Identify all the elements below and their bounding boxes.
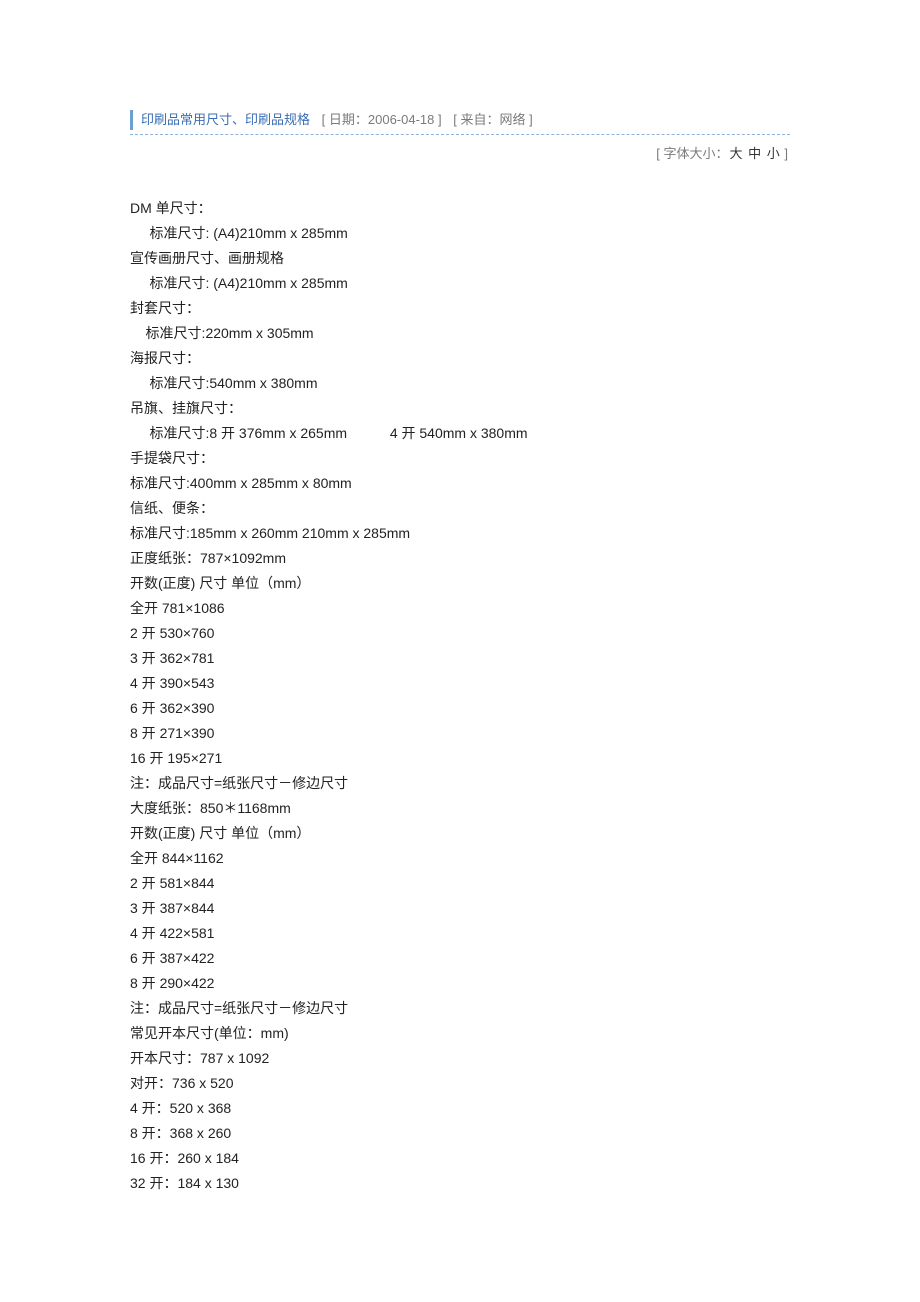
- header-bar: 印刷品常用尺寸、印刷品规格 [ 日期：2006-04-18 ] [ 来自：网络 …: [130, 110, 790, 130]
- body-line: 标准尺寸:185mm x 260mm 210mm x 285mm: [130, 521, 790, 546]
- body-line: 4 开 390×543: [130, 671, 790, 696]
- body-line: 6 开 362×390: [130, 696, 790, 721]
- date-bracket-open: [: [322, 112, 329, 127]
- font-size-small[interactable]: 小: [767, 146, 780, 161]
- source-label: 来自：: [460, 112, 499, 127]
- font-bracket-close: ]: [781, 146, 788, 161]
- body-line: 标准尺寸:220mm x 305mm: [130, 321, 790, 346]
- body-line: 标准尺寸: (A4)210mm x 285mm: [130, 271, 790, 296]
- body-line: 开本尺寸：787 x 1092: [130, 1046, 790, 1071]
- body-line: 2 开 530×760: [130, 621, 790, 646]
- font-size-medium[interactable]: 中: [748, 146, 761, 161]
- font-size-row: [ 字体大小：大 中 小 ]: [130, 143, 790, 162]
- body-line: 开数(正度) 尺寸 单位（mm）: [130, 821, 790, 846]
- source-value: 网络: [500, 112, 526, 127]
- header-line: 印刷品常用尺寸、印刷品规格 [ 日期：2006-04-18 ] [ 来自：网络 …: [141, 110, 790, 130]
- date-bracket-close: ]: [434, 112, 441, 127]
- body-line: 4 开：520 x 368: [130, 1096, 790, 1121]
- body-line: 手提袋尺寸：: [130, 446, 790, 471]
- body-line: DM 单尺寸：: [130, 196, 790, 221]
- date-label: 日期：: [329, 112, 368, 127]
- body-line: 注：成品尺寸=纸张尺寸－修边尺寸: [130, 996, 790, 1021]
- body-line: 对开：736 x 520: [130, 1071, 790, 1096]
- body-line: 信纸、便条：: [130, 496, 790, 521]
- body-line: 常见开本尺寸(单位：mm): [130, 1021, 790, 1046]
- body-line: 标准尺寸: (A4)210mm x 285mm: [130, 221, 790, 246]
- body-line: 标准尺寸:8 开 376mm x 265mm 4 开 540mm x 380mm: [130, 421, 790, 446]
- body-line: 16 开：260 x 184: [130, 1146, 790, 1171]
- body-line: 32 开：184 x 130: [130, 1171, 790, 1196]
- date-value: 2006-04-18: [368, 112, 435, 127]
- article-body: DM 单尺寸： 标准尺寸: (A4)210mm x 285mm宣传画册尺寸、画册…: [130, 196, 790, 1196]
- body-line: 标准尺寸:400mm x 285mm x 80mm: [130, 471, 790, 496]
- font-size-large[interactable]: 大: [729, 146, 742, 161]
- body-line: 海报尺寸：: [130, 346, 790, 371]
- body-line: 标准尺寸:540mm x 380mm: [130, 371, 790, 396]
- body-line: 8 开：368 x 260: [130, 1121, 790, 1146]
- body-line: 8 开 271×390: [130, 721, 790, 746]
- body-line: 封套尺寸：: [130, 296, 790, 321]
- body-line: 全开 844×1162: [130, 846, 790, 871]
- body-line: 16 开 195×271: [130, 746, 790, 771]
- body-line: 宣传画册尺寸、画册规格: [130, 246, 790, 271]
- dashed-divider: [130, 134, 790, 135]
- body-line: 8 开 290×422: [130, 971, 790, 996]
- body-line: 3 开 362×781: [130, 646, 790, 671]
- body-line: 6 开 387×422: [130, 946, 790, 971]
- body-line: 开数(正度) 尺寸 单位（mm）: [130, 571, 790, 596]
- body-line: 3 开 387×844: [130, 896, 790, 921]
- body-line: 2 开 581×844: [130, 871, 790, 896]
- source-bracket-close: ]: [526, 112, 533, 127]
- body-line: 注：成品尺寸=纸张尺寸－修边尺寸: [130, 771, 790, 796]
- body-line: 吊旗、挂旗尺寸：: [130, 396, 790, 421]
- body-line: 正度纸张：787×1092mm: [130, 546, 790, 571]
- article-title-link[interactable]: 印刷品常用尺寸、印刷品规格: [141, 112, 310, 127]
- font-size-label: 字体大小：: [663, 146, 728, 161]
- body-line: 4 开 422×581: [130, 921, 790, 946]
- body-line: 全开 781×1086: [130, 596, 790, 621]
- body-line: 大度纸张：850＊1168mm: [130, 796, 790, 821]
